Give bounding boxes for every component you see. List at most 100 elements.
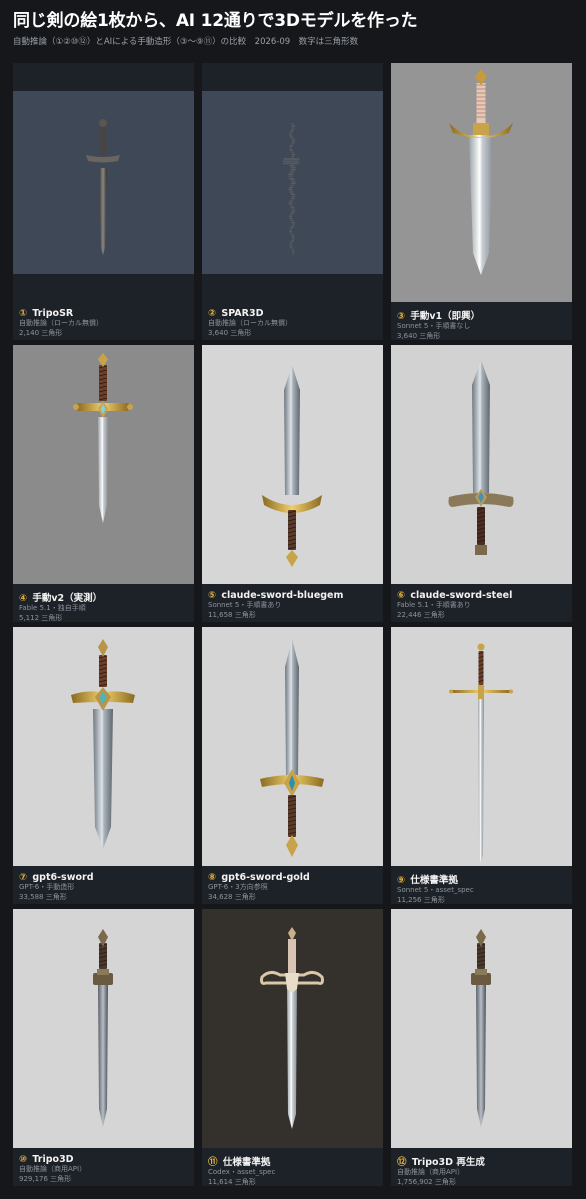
model-number: ④ <box>19 593 28 604</box>
model-method: 自動推論（ローカル無償） <box>208 319 292 327</box>
model-method: 自動推論（商用API） <box>19 1165 87 1173</box>
page-header: 同じ剣の絵1枚から、AI 12通りで3Dモデルを作った 自動推論（①②⑩⑫）とA… <box>13 10 578 47</box>
model-method: GPT-6・3方向参照 <box>208 883 268 891</box>
model-name: ⑩ Tripo3D <box>19 1154 191 1165</box>
model-caption: ⑦ gpt6-sword GPT-6・手動造形 33,588 三角形 <box>19 872 191 902</box>
sword-render <box>262 365 322 567</box>
model-method: GPT-6・手動造形 <box>19 883 75 891</box>
model-name: ⑪ 仕様書準拠 <box>208 1154 380 1168</box>
model-preview-image <box>391 909 572 1148</box>
model-title: gpt6-sword <box>32 872 94 883</box>
model-method: Sonnet 5・手順書なし <box>397 322 471 330</box>
model-method: 自動推論（商用API） <box>397 1168 465 1176</box>
model-caption: ⑩ Tripo3D 自動推論（商用API） 929,176 三角形 <box>19 1154 191 1184</box>
model-caption: ② SPAR3D 自動推論（ローカル無償） 3,640 三角形 <box>208 308 380 338</box>
model-card[interactable]: ⑨ 仕様書準拠 Sonnet 5・asset_spec 11,256 三角形 <box>391 627 572 904</box>
triangle-count: 11,614 三角形 <box>208 1177 256 1186</box>
model-method: Sonnet 5・手順書あり <box>208 601 282 609</box>
sword-render <box>71 639 135 849</box>
model-preview-image <box>202 345 383 584</box>
triangle-count: 1,756,902 三角形 <box>397 1177 456 1186</box>
model-title: Tripo3D <box>32 1154 74 1165</box>
model-caption: ⑨ 仕様書準拠 Sonnet 5・asset_spec 11,256 三角形 <box>397 872 569 905</box>
model-name: ③ 手動v1（即興） <box>397 308 569 322</box>
triangle-count: 2,140 三角形 <box>19 328 63 337</box>
model-title: 手動v1（即興） <box>410 311 481 322</box>
model-preview-image <box>202 627 383 866</box>
model-method: Sonnet 5・asset_spec <box>397 886 474 894</box>
triangle-count: 929,176 三角形 <box>19 1174 72 1183</box>
model-number: ⑫ <box>397 1157 407 1168</box>
model-caption: ① TripoSR 自動推論（ローカル無償） 2,140 三角形 <box>19 308 191 338</box>
model-title: TripoSR <box>32 308 74 319</box>
triangle-count: 3,640 三角形 <box>397 331 441 340</box>
model-card[interactable]: ④ 手動v2（実測） Fable 5.1・独自手順 5,112 三角形 <box>13 345 194 622</box>
model-card[interactable]: ⑦ gpt6-sword GPT-6・手動造形 33,588 三角形 <box>13 627 194 904</box>
model-method: Fable 5.1・手順書あり <box>397 601 471 609</box>
model-name: ① TripoSR <box>19 308 191 319</box>
model-card[interactable]: ⑧ gpt6-sword-gold GPT-6・3方向参照 34,628 三角形 <box>202 627 383 904</box>
model-card[interactable]: ⑩ Tripo3D 自動推論（商用API） 929,176 三角形 <box>13 909 194 1186</box>
model-number: ⑥ <box>397 590 406 601</box>
sword-render <box>449 69 513 275</box>
model-preview-image <box>13 63 194 302</box>
model-method: 自動推論（ローカル無償） <box>19 319 103 327</box>
model-name: ⑨ 仕様書準拠 <box>397 872 569 886</box>
model-title: 仕様書準拠 <box>222 1157 271 1168</box>
model-preview-image <box>13 909 194 1148</box>
sword-render <box>449 643 513 863</box>
sword-render <box>93 929 113 1127</box>
model-card[interactable]: ⑥ claude-sword-steel Fable 5.1・手順書あり 22,… <box>391 345 572 622</box>
model-caption: ⑫ Tripo3D 再生成 自動推論（商用API） 1,756,902 三角形 <box>397 1154 569 1187</box>
page-title: 同じ剣の絵1枚から、AI 12通りで3Dモデルを作った <box>13 11 418 31</box>
model-number: ⑩ <box>19 1154 28 1165</box>
triangle-count: 5,112 三角形 <box>19 613 63 622</box>
sword-render <box>448 360 514 555</box>
model-number: ⑪ <box>208 1157 218 1168</box>
sword-render <box>282 123 300 255</box>
model-number: ⑤ <box>208 590 217 601</box>
model-caption: ⑥ claude-sword-steel Fable 5.1・手順書あり 22,… <box>397 590 569 620</box>
model-title: Tripo3D 再生成 <box>411 1157 485 1168</box>
model-number: ① <box>19 308 28 319</box>
model-title: claude-sword-steel <box>410 590 513 601</box>
sword-render <box>86 119 120 255</box>
model-caption: ⑤ claude-sword-bluegem Sonnet 5・手順書あり 11… <box>208 590 380 620</box>
model-number: ② <box>208 308 217 319</box>
model-number: ⑦ <box>19 872 28 883</box>
model-caption: ③ 手動v1（即興） Sonnet 5・手順書なし 3,640 三角形 <box>397 308 569 341</box>
model-preview-image <box>391 345 572 584</box>
page-subtitle: 自動推論（①②⑩⑫）とAIによる手動造形（③〜⑨⑪）の比較 2026-09 数字… <box>13 37 359 47</box>
model-name: ⑥ claude-sword-steel <box>397 590 569 601</box>
model-card[interactable]: ③ 手動v1（即興） Sonnet 5・手順書なし 3,640 三角形 <box>391 63 572 340</box>
sword-render <box>260 927 324 1129</box>
model-card[interactable]: ② SPAR3D 自動推論（ローカル無償） 3,640 三角形 <box>202 63 383 340</box>
model-number: ⑨ <box>397 875 406 886</box>
model-title: 手動v2（実測） <box>32 593 103 604</box>
model-caption: ④ 手動v2（実測） Fable 5.1・独自手順 5,112 三角形 <box>19 590 191 623</box>
model-title: claude-sword-bluegem <box>221 590 344 601</box>
model-name: ⑧ gpt6-sword-gold <box>208 872 380 883</box>
model-preview-image <box>13 345 194 584</box>
model-method: Codex・asset_spec <box>208 1168 276 1176</box>
model-title: 仕様書準拠 <box>410 875 458 886</box>
sword-render <box>73 353 133 523</box>
model-name: ④ 手動v2（実測） <box>19 590 191 604</box>
triangle-count: 11,256 三角形 <box>397 895 445 904</box>
triangle-count: 3,640 三角形 <box>208 328 252 337</box>
model-number: ⑧ <box>208 872 217 883</box>
model-caption: ⑧ gpt6-sword-gold GPT-6・3方向参照 34,628 三角形 <box>208 872 380 902</box>
model-title: gpt6-sword-gold <box>221 872 310 883</box>
model-card[interactable]: ⑤ claude-sword-bluegem Sonnet 5・手順書あり 11… <box>202 345 383 622</box>
model-card[interactable]: ⑪ 仕様書準拠 Codex・asset_spec 11,614 三角形 <box>202 909 383 1186</box>
model-number: ③ <box>397 311 406 322</box>
model-preview-image <box>202 63 383 302</box>
model-name: ⑦ gpt6-sword <box>19 872 191 883</box>
model-card[interactable]: ⑫ Tripo3D 再生成 自動推論（商用API） 1,756,902 三角形 <box>391 909 572 1186</box>
sword-render <box>260 639 324 857</box>
triangle-count: 34,628 三角形 <box>208 892 256 901</box>
model-card[interactable]: ① TripoSR 自動推論（ローカル無償） 2,140 三角形 <box>13 63 194 340</box>
model-preview-image <box>13 627 194 866</box>
triangle-count: 33,588 三角形 <box>19 892 67 901</box>
model-title: SPAR3D <box>221 308 264 319</box>
